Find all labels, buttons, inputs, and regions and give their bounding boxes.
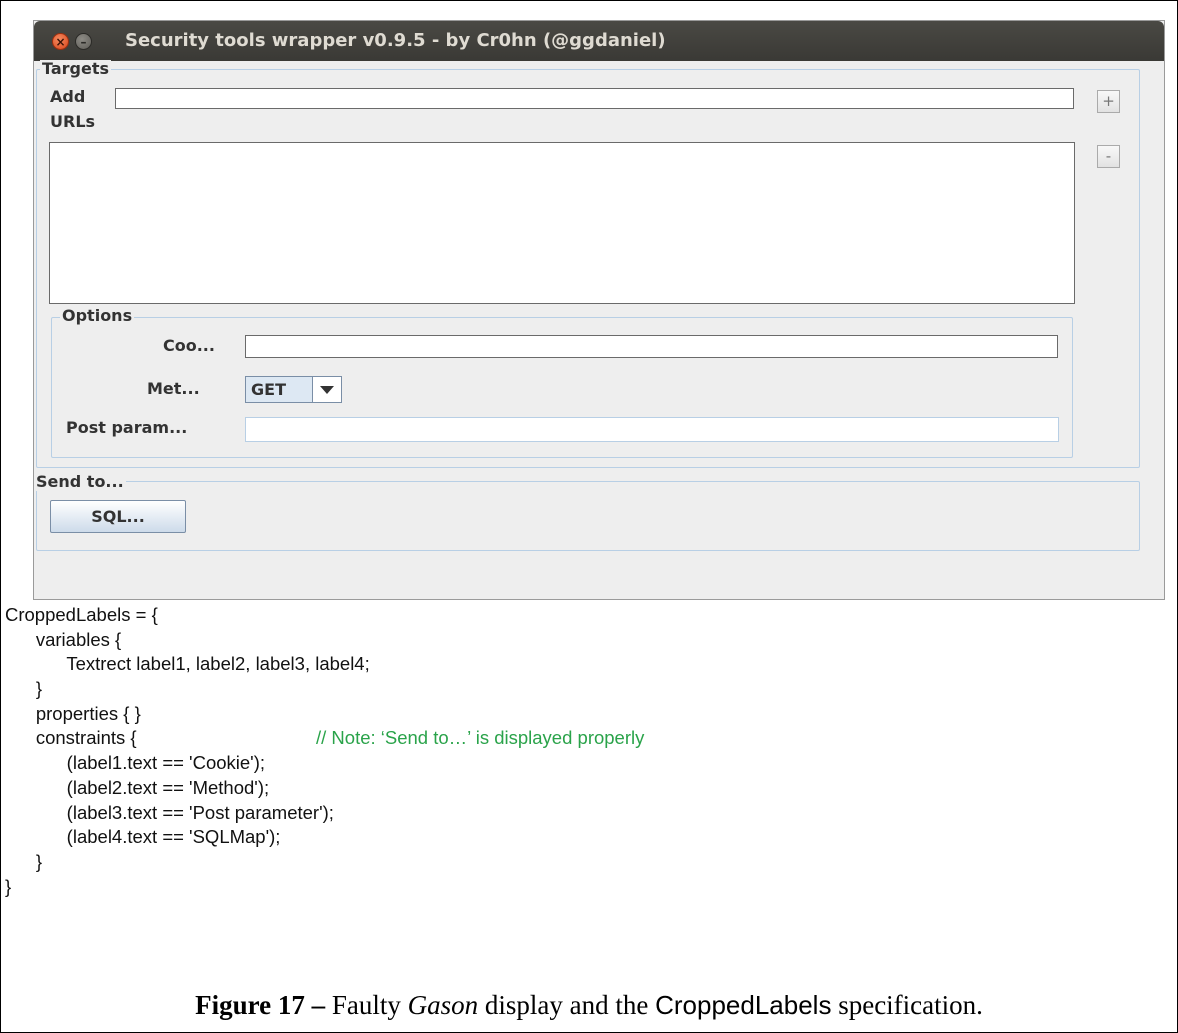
- caption-text: Faulty: [325, 990, 408, 1020]
- code-line: }: [5, 678, 43, 700]
- code-line: (label3.text == 'Post parameter');: [5, 801, 334, 823]
- cookie-input[interactable]: [245, 335, 1058, 358]
- urls-label: URLs: [50, 112, 96, 131]
- window-title: Security tools wrapper v0.9.5 - by Cr0hn…: [125, 30, 666, 51]
- send-to-group: [36, 481, 1140, 551]
- add-target-input[interactable]: [115, 88, 1074, 109]
- add-label: Add: [50, 87, 86, 106]
- code-line-constraints: constraints { // Note: ‘Send to…’ is disp…: [5, 726, 1105, 751]
- remove-url-button[interactable]: -: [1097, 145, 1120, 168]
- code-line: properties { }: [5, 702, 141, 724]
- caption-text: specification.: [831, 990, 983, 1020]
- code-comment: // Note: ‘Send to…’ is displayed properl…: [316, 727, 645, 749]
- caption-app-name: Gason: [407, 990, 479, 1020]
- method-label: Met...: [147, 379, 200, 398]
- spec-code-block: CroppedLabels = { variables { Textrect l…: [5, 603, 1105, 899]
- send-to-legend: Send to...: [34, 472, 126, 491]
- code-text: constraints {: [5, 727, 137, 749]
- post-parameter-input[interactable]: [245, 417, 1059, 442]
- method-select[interactable]: GET: [245, 376, 342, 403]
- chevron-down-icon[interactable]: [313, 377, 341, 402]
- add-target-button[interactable]: +: [1097, 90, 1120, 113]
- figure-caption: Figure 17 – Faulty Gason display and the…: [0, 990, 1178, 1021]
- cookie-label: Coo...: [163, 336, 215, 355]
- targets-legend: Targets: [40, 59, 112, 78]
- options-legend: Options: [60, 306, 135, 325]
- code-line: }: [5, 875, 12, 897]
- title-bar[interactable]: × – Security tools wrapper v0.9.5 - by C…: [34, 21, 1164, 61]
- sqlmap-button[interactable]: SQL...: [50, 500, 186, 533]
- code-line: (label1.text == 'Cookie');: [5, 752, 266, 774]
- code-line: }: [5, 850, 43, 872]
- minimize-window-icon[interactable]: –: [75, 33, 92, 50]
- method-selected-value: GET: [246, 377, 313, 402]
- urls-list[interactable]: [49, 142, 1075, 304]
- code-line: (label2.text == 'Method');: [5, 776, 270, 798]
- code-line: variables {: [5, 628, 122, 650]
- code-line: Textrect label1, label2, label3, label4;: [5, 653, 370, 675]
- post-parameter-label: Post param...: [66, 418, 188, 437]
- caption-figure-number: Figure 17 –: [195, 990, 326, 1020]
- caption-text: display and the: [478, 990, 656, 1020]
- code-line: (label4.text == 'SQLMap');: [5, 826, 281, 848]
- close-window-icon[interactable]: ×: [52, 33, 69, 50]
- code-line: CroppedLabels = {: [5, 604, 158, 625]
- caption-spec-name: CroppedLabels: [655, 990, 832, 1020]
